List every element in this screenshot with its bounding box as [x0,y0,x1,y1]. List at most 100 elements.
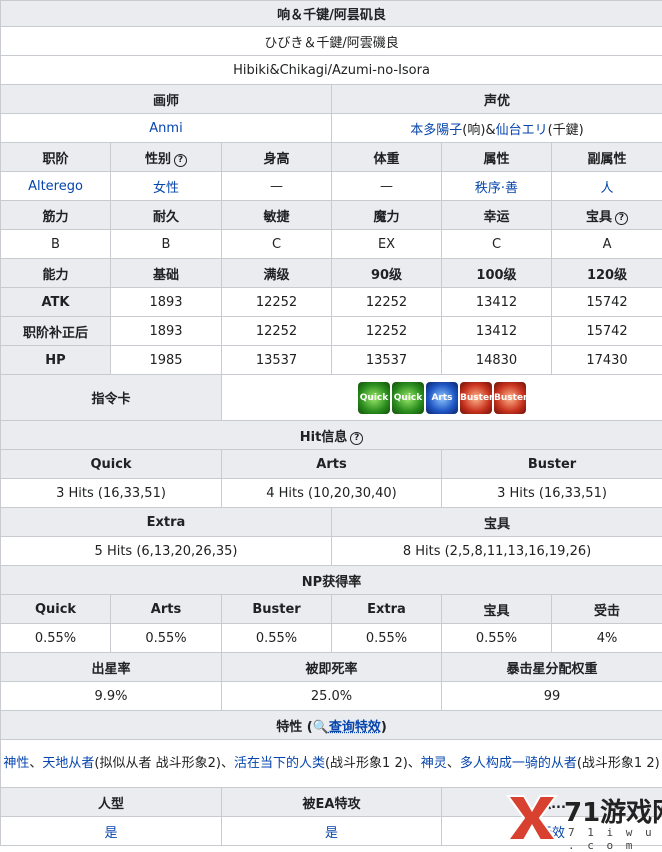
adjusted-atk-value: 12252 [222,317,332,346]
np-extra-label: Extra [332,595,442,624]
voice-part-2: (千鍵) [548,123,584,138]
mana-value: EX [332,230,442,259]
luck-value: C [442,230,552,259]
endurance-label: 耐久 [111,201,222,230]
atk-value: 12252 [332,288,442,317]
weight-value: — [332,172,442,201]
query-special-link[interactable]: 查询特效 [329,720,381,735]
traits-title-text: 特性 [276,720,302,735]
adjusted-atk-value: 15742 [552,317,662,346]
buster-card-icon: Buster [494,382,526,414]
death-rate-label: 被即死率 [222,653,442,682]
watermark-logo-icon [502,788,562,846]
watermark: 71游戏网 7 1 i w u . c o m [472,788,662,846]
hp-value: 13537 [332,346,442,375]
class-label: 职阶 [1,143,111,172]
humanoid-label: 人型 [1,788,222,817]
atk-value: 12252 [222,288,332,317]
atk-label: ATK [1,288,111,317]
command-cards: QuickQuickArtsBusterBuster [222,375,662,421]
gender-link[interactable]: 女性 [111,172,222,201]
np-rank-value: A [552,230,662,259]
class-adjusted-atk-label: 职阶补正后 [1,317,111,346]
stat-head-lv90: 90级 [332,259,442,288]
help-icon[interactable]: ? [615,212,628,225]
mana-label: 魔力 [332,201,442,230]
adjusted-atk-value: 12252 [332,317,442,346]
np-arts-value: 0.55% [111,624,222,653]
height-value: — [222,172,332,201]
servant-name-cn: 响＆千键/阿昙矶良 [1,1,662,27]
alignment-label: 属性 [442,143,552,172]
np-quick-label: Quick [1,595,111,624]
illustrator-label: 画师 [1,85,332,114]
trait-link[interactable]: 神灵 [421,756,447,771]
np-defense-value: 4% [552,624,662,653]
stat-head-base: 基础 [111,259,222,288]
np-label: 宝具? [552,201,662,230]
search-icon: 🔍 [313,720,329,735]
hit-buster-value: 3 Hits (16,33,51) [442,479,662,508]
voice-actors: 本多陽子(响)&仙台エリ(千鍵) [332,114,662,143]
strength-label: 筋力 [1,201,111,230]
star-gen-value: 9.9% [1,682,222,711]
np-label-text: 宝具 [586,210,612,225]
illustrator-link[interactable]: Anmi [1,114,332,143]
voice-label: 声优 [332,85,662,114]
help-icon[interactable]: ? [350,432,363,445]
servant-name-en: Hibiki&Chikagi/Azumi-no-Isora [1,56,662,85]
help-icon[interactable]: ? [174,154,187,167]
np-gain-title: NP获得率 [1,566,662,595]
servant-name-jp: ひびき＆千鍵/阿雲磯良 [1,27,662,56]
agility-label: 敏捷 [222,201,332,230]
trait-note: (战斗形象1 2) [577,756,660,771]
command-cards-label: 指令卡 [1,375,222,421]
servant-info-table: 响＆千键/阿昙矶良 ひびき＆千鍵/阿雲磯良 Hibiki&Chikagi/Azu… [0,0,662,846]
hp-value: 14830 [442,346,552,375]
height-label: 身高 [222,143,332,172]
adjusted-atk-value: 1893 [111,317,222,346]
gender-label-text: 性别 [145,152,171,167]
np-arts-label: Arts [111,595,222,624]
np-extra-value: 0.55% [332,624,442,653]
luck-label: 幸运 [442,201,552,230]
humanoid-value[interactable]: 是 [1,817,222,846]
agility-value: C [222,230,332,259]
hp-value: 13537 [222,346,332,375]
atk-value: 1893 [111,288,222,317]
watermark-url: 7 1 i w u . c o m [568,826,662,852]
class-link[interactable]: Alterego [1,172,111,201]
hit-np-value: 8 Hits (2,5,8,11,13,16,19,26) [332,537,662,566]
voice-actor-1-link[interactable]: 本多陽子 [410,123,462,138]
trait-note: (拟似从者 战斗形象2)、 [94,756,234,771]
gender-label: 性别? [111,143,222,172]
endurance-value: B [111,230,222,259]
hit-arts-value: 4 Hits (10,20,30,40) [222,479,442,508]
trait-link[interactable]: 神性 [3,756,29,771]
voice-actor-2-link[interactable]: 仙台エリ [496,123,548,138]
hit-np-label: 宝具 [332,508,662,537]
trait-link[interactable]: 天地从者 [42,756,94,771]
buster-card-icon: Buster [460,382,492,414]
np-quick-value: 0.55% [1,624,111,653]
stat-head-max: 满级 [222,259,332,288]
hp-value: 1985 [111,346,222,375]
ea-special-value[interactable]: 是 [222,817,442,846]
traits-list: 神性、天地从者(拟似从者 战斗形象2)、活在当下的人类(战斗形象1 2)、神灵、… [1,740,662,788]
stat-head-ability: 能力 [1,259,111,288]
star-weight-value: 99 [442,682,662,711]
np-buster-label: Buster [222,595,332,624]
trait-link[interactable]: 活在当下的人类 [234,756,325,771]
weight-label: 体重 [332,143,442,172]
star-gen-label: 出星率 [1,653,222,682]
trait-note: (战斗形象1 2)、 [325,756,421,771]
ea-special-label: 被EA特攻 [222,788,442,817]
np-defense-label: 受击 [552,595,662,624]
hit-quick-value: 3 Hits (16,33,51) [1,479,222,508]
np-np-value: 0.55% [442,624,552,653]
alignment-link[interactable]: 秩序·善 [442,172,552,201]
star-weight-label: 暴击星分配权重 [442,653,662,682]
trait-link[interactable]: 多人构成一骑的从者 [460,756,577,771]
sub-attribute-link[interactable]: 人 [552,172,662,201]
hit-arts-label: Arts [222,450,442,479]
